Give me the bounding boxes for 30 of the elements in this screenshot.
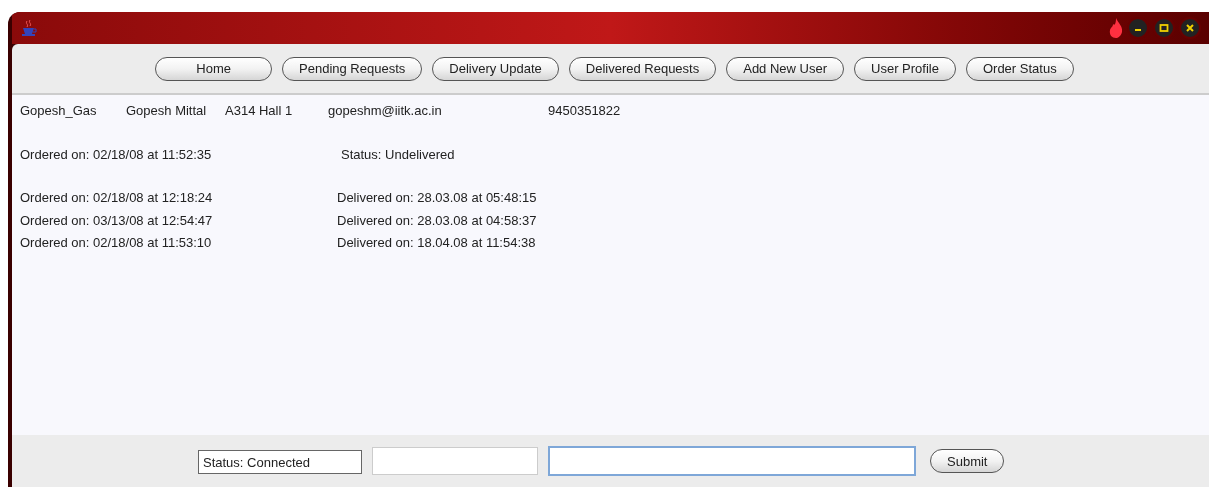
maximize-button[interactable] [1153, 17, 1175, 39]
submit-button[interactable]: Submit [930, 449, 1005, 473]
delivery-date: Delivered on: 28.03.08 at 05:48:15 [337, 189, 537, 207]
nav-button[interactable]: Add New User [726, 56, 845, 81]
nav-button[interactable]: Delivery Update [432, 56, 559, 81]
order-date: Ordered on: 02/18/08 at 11:52:35 [20, 145, 213, 164]
full-name: Gopesh Mittal [126, 102, 208, 120]
order-status: Status: Undelivered [341, 145, 455, 164]
status-field[interactable]: Status: Connected [198, 450, 362, 474]
nav-button[interactable]: Pending Requests [282, 56, 423, 81]
nav-button[interactable]: Delivered Requests [568, 56, 717, 81]
order-date: Ordered on: 02/18/08 at 11:53:10 [20, 234, 213, 252]
email: gopeshm@iitk.ac.in [328, 102, 443, 120]
close-button[interactable] [1179, 17, 1201, 39]
delivery-date: Delivered on: 18.04.08 at 11:54:38 [337, 234, 536, 252]
text-field[interactable] [372, 447, 538, 475]
phone: 9450351822 [548, 102, 621, 120]
delivery-date: Delivered on: 28.03.08 at 04:58:37 [337, 211, 537, 230]
username: Gopesh_Gas [20, 102, 98, 120]
nav-button[interactable]: User Profile [854, 56, 956, 81]
text-field[interactable] [548, 446, 916, 476]
order-date: Ordered on: 03/13/08 at 12:54:47 [20, 211, 214, 230]
close-icon [1185, 23, 1195, 33]
nav-button[interactable]: Home [155, 56, 272, 81]
order-date: Ordered on: 02/18/08 at 12:18:24 [20, 189, 214, 207]
nav-button[interactable]: Order Status [965, 56, 1074, 81]
flame-icon [1109, 18, 1123, 38]
maximize-icon [1159, 23, 1169, 33]
coffee-cup-icon [20, 19, 38, 37]
address: A314 Hall 1 [225, 102, 294, 120]
